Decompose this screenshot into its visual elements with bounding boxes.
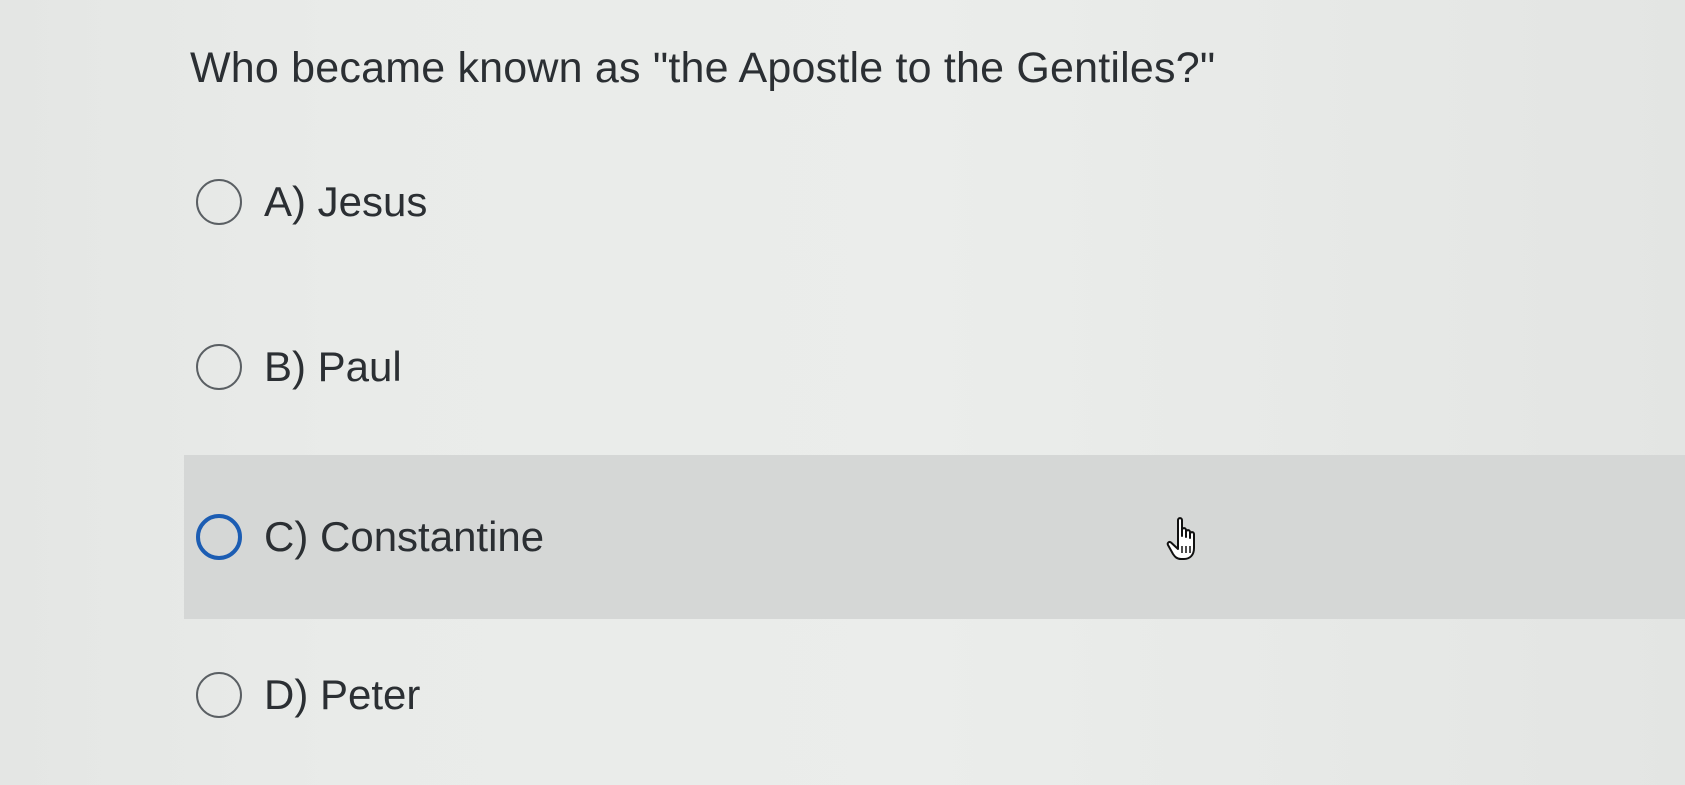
answer-options: A) Jesus B) Paul C) Constantine D) Peter [0,0,1685,785]
radio-circle-icon[interactable] [196,672,242,718]
radio-circle-icon[interactable] [196,179,242,225]
option-c-label: C) Constantine [264,513,545,560]
hand-pointer-icon [1166,517,1195,560]
option-b[interactable]: B) Paul [184,285,1685,449]
option-d-label: D) Peter [264,671,421,718]
option-a[interactable]: A) Jesus [184,120,1685,284]
option-c[interactable]: C) Constantine [184,455,1685,619]
option-d[interactable]: D) Peter [184,613,1685,777]
radio-circle-icon[interactable] [196,344,242,390]
radio-circle-icon[interactable] [196,514,242,560]
option-b-label: B) Paul [264,343,402,390]
option-a-label: A) Jesus [264,178,428,225]
